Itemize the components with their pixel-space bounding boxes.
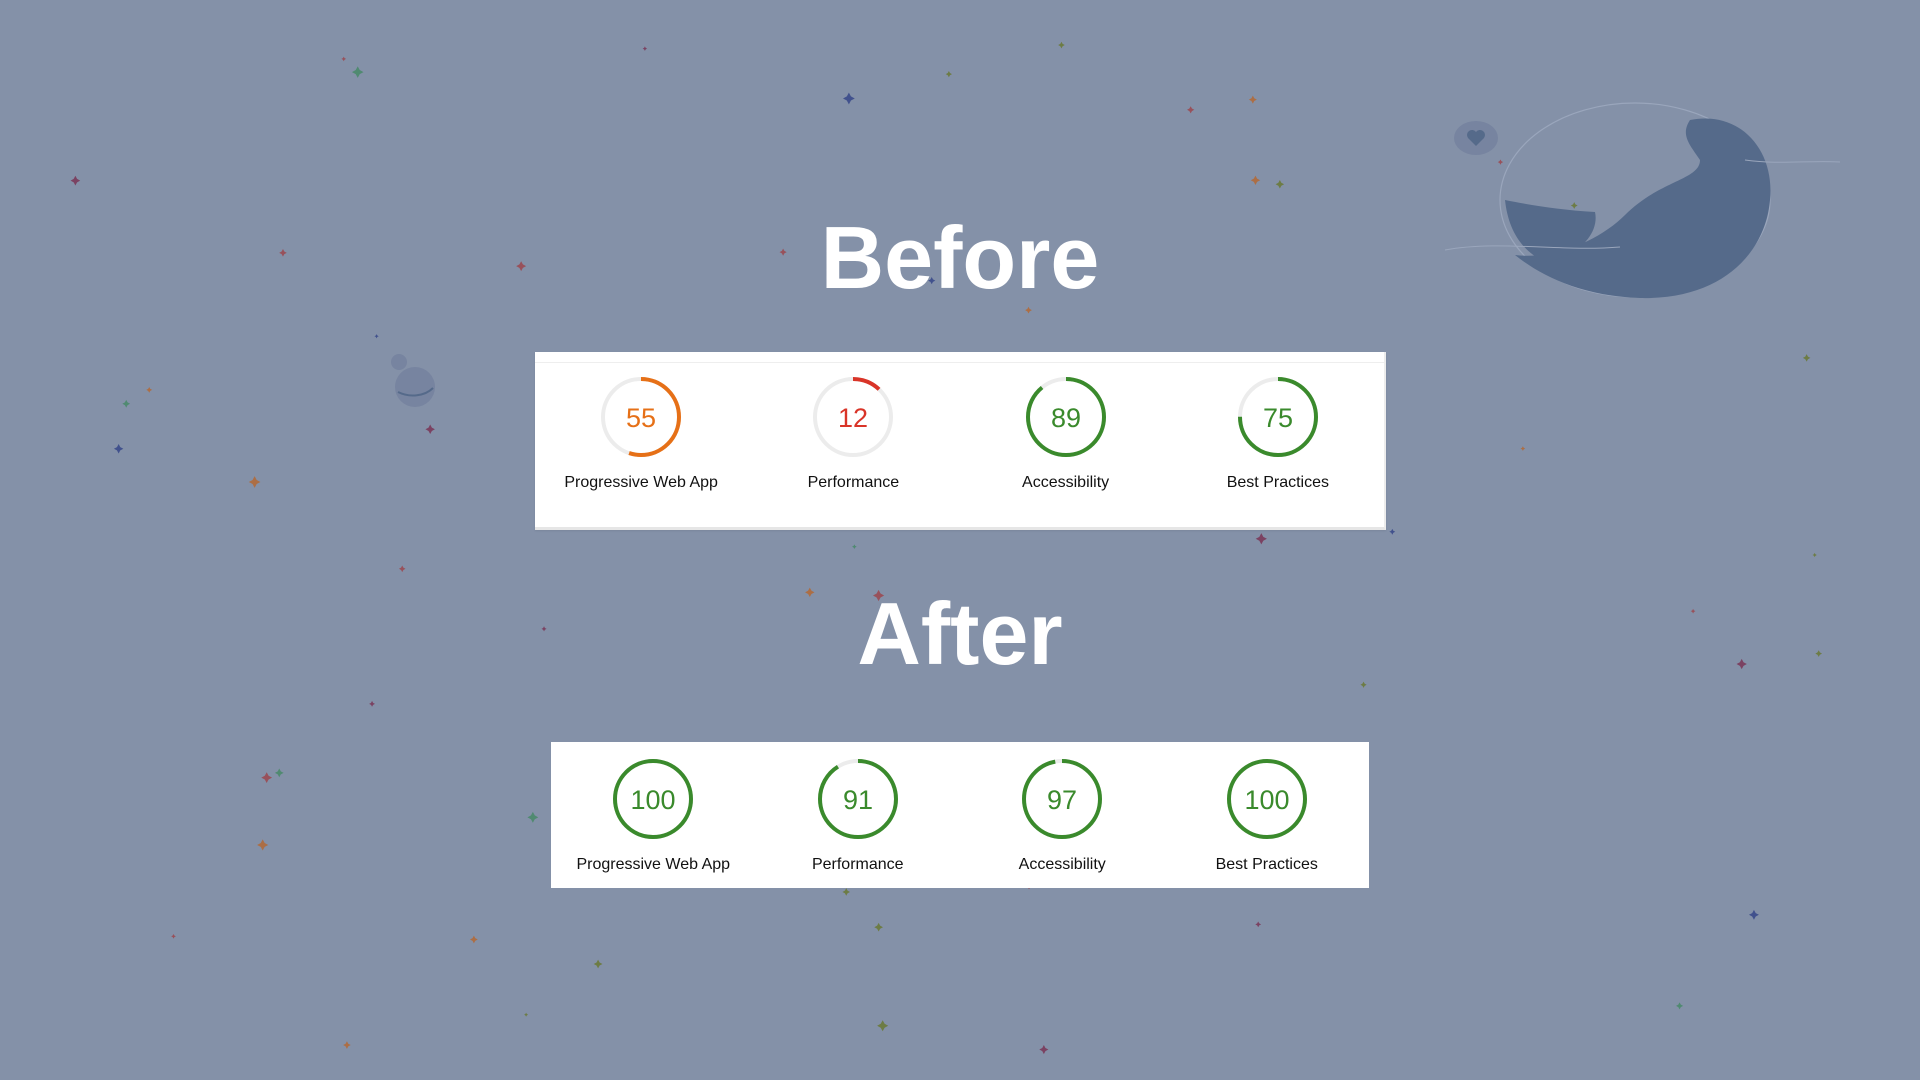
score-gauge: 12 [813, 377, 894, 457]
star-icon [425, 424, 435, 435]
star-icon [1748, 909, 1759, 920]
star-icon [261, 772, 273, 784]
star-icon [1676, 1002, 1684, 1010]
star-icon [1248, 95, 1257, 104]
star-icon [374, 334, 379, 339]
star-icon [470, 935, 478, 944]
star-icon [257, 839, 269, 851]
star-icon [351, 66, 364, 78]
star-icon [874, 922, 883, 932]
before-scores-panel: 55 Progressive Web App 12 Performance 89… [535, 352, 1386, 530]
star-icon [1570, 202, 1578, 209]
star-icon [527, 811, 539, 823]
gauge-label: Accessibility [1022, 474, 1110, 491]
gauge-pwa: 55 Progressive Web App [541, 376, 741, 492]
star-icon [945, 71, 952, 78]
star-icon [877, 1020, 889, 1032]
star-icon [274, 768, 284, 778]
score-value: 12 [838, 403, 868, 433]
score-gauge: 97 [1022, 759, 1103, 839]
star-icon [1812, 552, 1817, 558]
star-icon [70, 175, 81, 186]
small-planet-icon [391, 354, 435, 407]
star-icon [1520, 446, 1526, 451]
gauge-label: Performance [807, 474, 900, 491]
star-icon [1802, 354, 1811, 362]
star-icon [248, 476, 261, 488]
star-icon [341, 56, 347, 62]
gauge-performance: 12 Performance [753, 376, 953, 492]
score-gauge: 75 [1237, 377, 1318, 457]
star-icon [1360, 681, 1367, 688]
star-icon [1275, 180, 1285, 189]
gauge-performance: 91 Performance [758, 758, 958, 874]
score-gauge: 89 [1025, 377, 1106, 457]
gauge-pwa: 100 Progressive Web App [553, 758, 753, 874]
star-icon [398, 565, 406, 573]
gauge-best-practices: 75 Best Practices [1178, 376, 1378, 492]
gauge-label: Progressive Web App [564, 474, 718, 491]
gauge-best-practices: 100 Best Practices [1167, 758, 1367, 874]
gauge-label: Best Practices [1226, 474, 1329, 491]
gauge-label: Best Practices [1215, 856, 1318, 873]
star-icon [1250, 175, 1261, 185]
star-icon [146, 386, 153, 393]
gauge-label: Accessibility [1018, 856, 1106, 873]
star-icon [122, 399, 131, 408]
star-icon [1039, 1044, 1049, 1055]
background-decoration [70, 41, 1841, 1055]
gauge-label: Performance [811, 856, 904, 873]
star-icon [1025, 306, 1032, 314]
star-icon [1389, 528, 1396, 535]
gauge-label: Progressive Web App [576, 856, 731, 873]
score-value: 55 [626, 403, 656, 433]
score-gauge: 55 [601, 377, 682, 457]
heart-speech-bubble-icon [1454, 121, 1498, 155]
score-value: 89 [1051, 403, 1081, 433]
star-icon [1058, 41, 1065, 49]
after-scores-panel: 100 Progressive Web App 91 Performance 9… [551, 742, 1369, 888]
star-icon [842, 888, 851, 896]
gauge-accessibility: 97 Accessibility [962, 758, 1162, 874]
score-gauge: 100 [613, 759, 694, 839]
after-heading: After [857, 584, 1063, 683]
star-icon [1497, 159, 1504, 165]
star-icon [524, 1012, 529, 1017]
score-value: 75 [1263, 403, 1293, 433]
star-icon [593, 959, 603, 969]
score-value: 100 [1244, 785, 1289, 815]
score-value: 91 [843, 785, 873, 815]
star-icon [369, 700, 375, 707]
gauge-accessibility: 89 Accessibility [966, 376, 1166, 492]
star-icon [343, 1041, 351, 1049]
star-icon [113, 444, 124, 454]
star-icon [1255, 533, 1267, 545]
small-planet-body [395, 367, 435, 407]
score-value: 97 [1047, 785, 1077, 815]
star-icon [171, 933, 176, 939]
slide: Before 55 Progressive Web App 12 Perform… [0, 0, 1920, 1080]
score-value: 100 [631, 785, 676, 815]
score-gauge: 91 [817, 759, 898, 839]
star-icon [852, 544, 857, 549]
star-icon [642, 46, 648, 51]
star-icon [1255, 921, 1262, 928]
before-heading: Before [820, 208, 1100, 307]
star-icon [1187, 106, 1195, 114]
star-icon [842, 92, 855, 105]
score-gauge: 100 [1226, 759, 1307, 839]
small-planet-moon [391, 354, 407, 370]
